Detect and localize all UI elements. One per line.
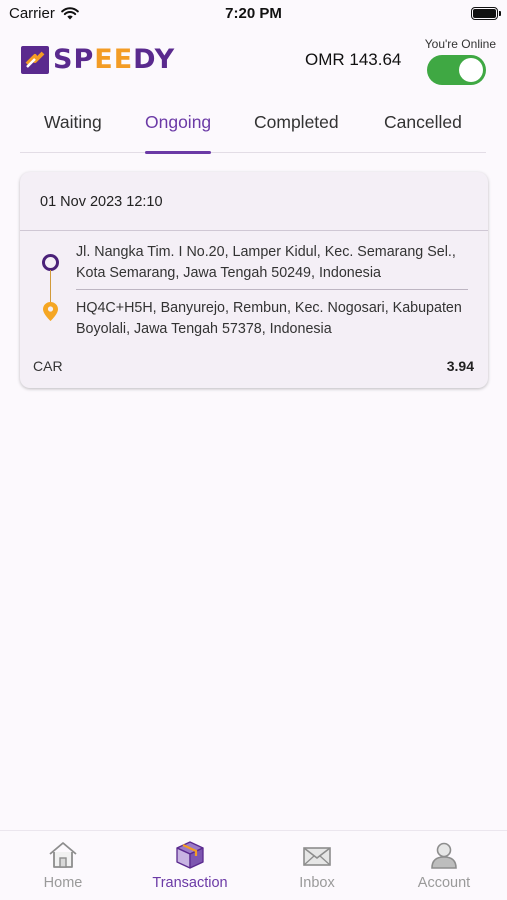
battery-icon [471, 7, 501, 20]
order-status-tabs: Waiting Ongoing Completed Cancelled [20, 100, 486, 154]
wallet-balance: OMR 143.64 [305, 50, 402, 69]
dropoff-address: HQ4C+H5H, Banyurejo, Rembun, Kec. Nogosa… [76, 300, 462, 337]
online-toggle[interactable] [427, 55, 486, 85]
nav-account[interactable]: Account [381, 839, 507, 891]
order-distance: 3.94 [446, 358, 474, 374]
order-card[interactable]: 01 Nov 2023 12:10 Jl. Nangka Tim. I No.2… [20, 172, 488, 388]
vehicle-type: CAR [33, 358, 63, 374]
tab-label: Waiting [44, 112, 102, 132]
tab-cancelled[interactable]: Cancelled [384, 112, 462, 153]
nav-label: Transaction [152, 875, 228, 891]
home-icon [49, 842, 77, 868]
location-pin-icon [43, 302, 58, 321]
brand-logo: SPEEDY [20, 44, 175, 75]
nav-label: Inbox [299, 875, 335, 891]
order-datetime: 01 Nov 2023 12:10 [40, 194, 163, 210]
route-connector [50, 270, 51, 306]
nav-label: Account [417, 875, 471, 891]
status-bar: Carrier 7:20 PM [0, 0, 507, 30]
pickup-address: Jl. Nangka Tim. I No.20, Lamper Kidul, K… [76, 244, 456, 281]
toggle-knob [459, 58, 483, 82]
nav-inbox[interactable]: Inbox [254, 839, 380, 891]
envelope-icon [303, 847, 331, 866]
pickup-point-icon [42, 254, 59, 271]
tab-waiting[interactable]: Waiting [44, 112, 102, 153]
box-icon [176, 841, 204, 869]
logo-mark-icon [21, 45, 49, 74]
tab-label: Completed [254, 112, 339, 132]
address-divider [76, 289, 468, 290]
online-status-label: You're Online [424, 37, 496, 51]
tab-ongoing[interactable]: Ongoing [145, 112, 212, 154]
card-divider [20, 230, 488, 231]
nav-transaction[interactable]: Transaction [127, 839, 253, 891]
brand-name: SPEEDY [53, 44, 176, 75]
tab-label: Ongoing [145, 112, 212, 132]
status-time: 7:20 PM [225, 5, 282, 22]
tab-label: Cancelled [384, 112, 462, 132]
user-icon [431, 842, 457, 869]
tab-completed[interactable]: Completed [254, 112, 339, 153]
nav-label: Home [43, 875, 83, 891]
nav-home[interactable]: Home [0, 839, 126, 891]
active-tab-indicator [145, 151, 212, 154]
bottom-navigation: Home Transaction Inbox Account [0, 830, 507, 900]
